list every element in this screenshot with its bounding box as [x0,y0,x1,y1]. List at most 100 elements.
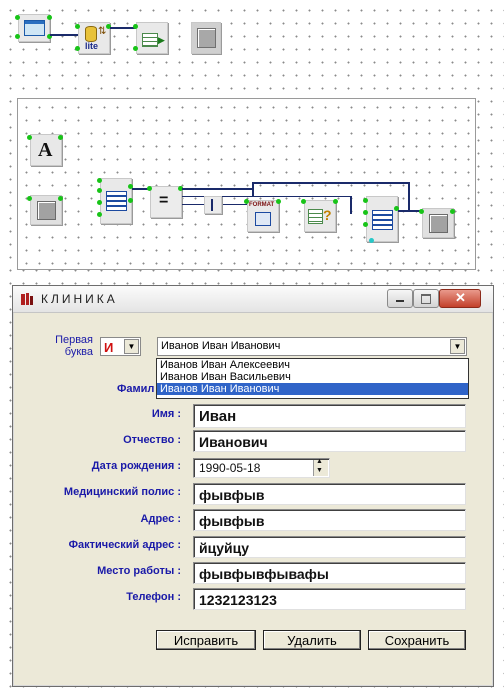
pin [27,196,32,201]
list-item[interactable]: Иванов Иван Алексеевич [157,359,468,371]
save-button[interactable]: Сохранить [368,630,466,650]
list-icon [372,210,393,230]
format-label: FORMAT [249,202,275,208]
phone-field[interactable]: 1232123123 [193,588,466,610]
workplace-label: Место работы : [97,565,181,577]
query-block[interactable]: ? [304,200,336,232]
wire [182,188,252,190]
actual-address-label: Фактический адрес : [68,539,181,551]
list-item[interactable]: Иванов Иван Васильевич [157,371,468,383]
pin [363,198,368,203]
pin [15,15,20,20]
format-icon [255,212,271,226]
arrows-icon: ⇅ [98,26,107,37]
text-block[interactable]: A [30,134,62,166]
close-button[interactable]: ✕ [439,289,481,308]
clinic-window: КЛИНИКА ✕ Первая буква И ▼ Иванов Иван И… [12,285,494,687]
window-title: КЛИНИКА [41,292,118,306]
panel-block[interactable] [191,22,221,54]
workplace-field[interactable]: фывфывфывафы [193,562,466,584]
pin [419,209,424,214]
split-icon [211,199,213,211]
table-icon [308,209,323,224]
pin [47,15,52,20]
wire [350,196,352,214]
play-icon: ▶ [158,35,165,45]
pin [244,199,249,204]
name-field[interactable]: Иван [193,404,466,428]
pin [133,46,138,51]
patient-select-value: Иванов Иван Иванович [161,340,281,352]
pin [128,198,133,203]
pin [369,238,374,243]
chevron-down-icon[interactable]: ▼ [124,339,139,354]
patient-dropdown-list[interactable]: Иванов Иван Алексеевич Иванов Иван Васил… [156,358,469,399]
table-block[interactable]: ▶ [136,22,168,54]
spin-down-icon[interactable]: ▼ [316,467,323,474]
query-label: ? [323,207,332,223]
pin [58,135,63,140]
pin [450,209,455,214]
surname-label: Фамил [117,383,155,395]
first-letter-label: Первая буква [55,334,93,358]
db-block-label: lite [85,41,99,51]
patient-select[interactable]: Иванов Иван Иванович ▼ [157,337,467,356]
phone-label: Телефон : [126,591,181,603]
date-spinner[interactable]: ▲ ▼ [313,459,328,476]
pin [15,34,20,39]
window-block[interactable] [18,14,50,42]
panel-icon [429,214,448,233]
first-letter-value: И [104,340,114,355]
minimize-icon [396,300,404,302]
list-item-selected[interactable]: Иванов Иван Иванович [157,383,468,395]
panel-icon [37,201,56,220]
panel-block-3[interactable] [422,208,454,238]
policy-label: Медицинский полис : [63,486,181,498]
database-icon [85,26,97,42]
panel-icon [197,28,216,48]
pin [97,200,102,205]
compare-block[interactable]: = [150,186,182,218]
scheme-grid [18,99,475,269]
window-icon [24,20,45,36]
text-block-label: A [38,139,53,161]
pin [147,186,152,191]
wire [110,27,136,29]
wire [408,182,410,212]
pin [333,199,338,204]
address-label: Адрес : [140,513,181,525]
first-letter-select[interactable]: И ▼ [100,337,141,356]
wire [252,182,254,196]
minimize-button[interactable] [387,289,413,308]
equals-label: = [159,192,169,209]
small-block[interactable] [204,196,222,214]
birthdate-field[interactable]: 1990-05-18 ▲ ▼ [193,458,330,478]
address-field[interactable]: фывфыв [193,509,466,531]
pin [97,212,102,217]
birthdate-value: 1990-05-18 [199,461,261,475]
pin [276,199,281,204]
maximize-icon [421,294,431,304]
wire [252,182,410,184]
panel-block-2[interactable] [30,195,62,225]
actual-address-field[interactable]: йцуйцу [193,536,466,558]
patronymic-field[interactable]: Иванович [193,430,466,452]
delete-button[interactable]: Удалить [263,630,361,650]
birthdate-label: Дата рождения : [91,460,181,472]
clinic-logo-icon [20,292,34,306]
list-icon [106,191,127,211]
maximize-button[interactable] [413,289,439,308]
title-bar[interactable]: КЛИНИКА ✕ [13,286,493,313]
pin [27,135,32,140]
pin [301,199,306,204]
chevron-down-icon[interactable]: ▼ [450,339,465,354]
pin [97,188,102,193]
pin [75,24,80,29]
list-block-2[interactable] [366,196,398,242]
policy-field[interactable]: фывфыв [193,483,466,505]
pin [58,196,63,201]
spin-up-icon[interactable]: ▲ [316,459,323,465]
format-block[interactable]: FORMAT [247,200,279,232]
edit-button[interactable]: Исправить [156,630,256,650]
pin [97,178,102,183]
